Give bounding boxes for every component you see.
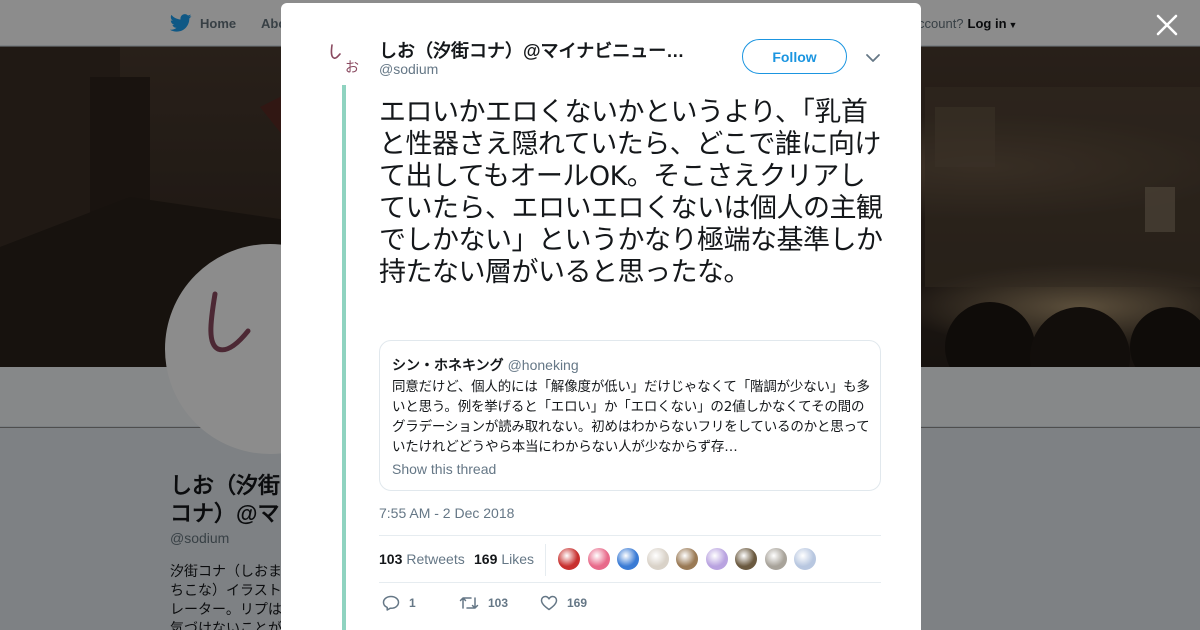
like-button[interactable]: 169 — [540, 595, 587, 611]
likes-count: 169 — [474, 551, 498, 567]
retweets-stat[interactable]: 103 Retweets — [379, 551, 465, 567]
quoted-tweet[interactable]: シン・ホネキング @honeking 同意だけど、個人的には「解像度が低い」だけじ… — [379, 340, 881, 491]
liker-avatar-5[interactable] — [675, 547, 699, 571]
likes-label: Likes — [501, 551, 535, 567]
tweet-modal: お しお（汐街コナ）@マイナビニュー… @sodium Follow エロいかエ… — [281, 3, 921, 630]
reply-icon — [382, 595, 400, 611]
liker-avatar-7[interactable] — [734, 547, 758, 571]
retweet-icon — [459, 597, 479, 609]
liker-avatar-1[interactable] — [557, 547, 581, 571]
author-handle[interactable]: @sodium — [379, 61, 438, 77]
svg-text:お: お — [345, 60, 359, 76]
reply-count: 1 — [409, 596, 416, 610]
author-avatar-artwork: お — [330, 44, 359, 76]
close-button[interactable] — [1154, 12, 1180, 38]
author-avatar[interactable]: お — [325, 39, 365, 79]
quoted-author-name: シン・ホネキング — [392, 357, 504, 373]
chevron-down-icon — [866, 54, 880, 62]
show-thread-link[interactable]: Show this thread — [392, 461, 496, 477]
tweet-timestamp[interactable]: 7:55 AM - 2 Dec 2018 — [379, 505, 514, 521]
tweet-actions: 1 103 169 — [379, 595, 699, 615]
retweet-count: 103 — [488, 596, 509, 610]
liker-avatar-2[interactable] — [586, 547, 611, 571]
more-options-button[interactable] — [865, 51, 881, 63]
liker-avatar-4[interactable] — [645, 547, 670, 571]
quoted-tweet-text: 同意だけど、個人的には「解像度が低い」だけじゃなくて「階調が少ない」も多いと思う… — [392, 379, 870, 455]
close-icon — [1156, 14, 1178, 36]
liker-avatar-6[interactable] — [704, 547, 729, 571]
liker-avatar-3[interactable] — [616, 547, 640, 571]
author-name[interactable]: しお（汐街コナ）@マイナビニュー… — [379, 37, 697, 63]
heart-icon — [540, 595, 558, 611]
retweet-button[interactable]: 103 — [459, 595, 508, 611]
thread-line — [342, 85, 346, 630]
retweets-label: Retweets — [406, 551, 465, 567]
liker-avatar-8[interactable] — [763, 547, 788, 571]
stats-divider — [545, 544, 546, 576]
reply-button[interactable]: 1 — [382, 595, 416, 611]
like-count: 169 — [567, 596, 588, 610]
likes-stat[interactable]: 169 Likes — [474, 551, 534, 567]
liker-avatars — [557, 547, 817, 571]
quoted-author-handle: @honeking — [507, 357, 579, 373]
follow-button[interactable]: Follow — [742, 39, 847, 74]
liker-avatar-9[interactable] — [793, 547, 817, 571]
tweet-stats: 103 Retweets 169 Likes — [379, 535, 881, 583]
tweet-text: エロいかエロくないかというより、「乳首と性器さえ隠れていたら、どこで誰に向けて出… — [379, 97, 883, 288]
quoted-tweet-header: シン・ホネキング @honeking — [392, 355, 579, 375]
retweets-count: 103 — [379, 551, 403, 567]
